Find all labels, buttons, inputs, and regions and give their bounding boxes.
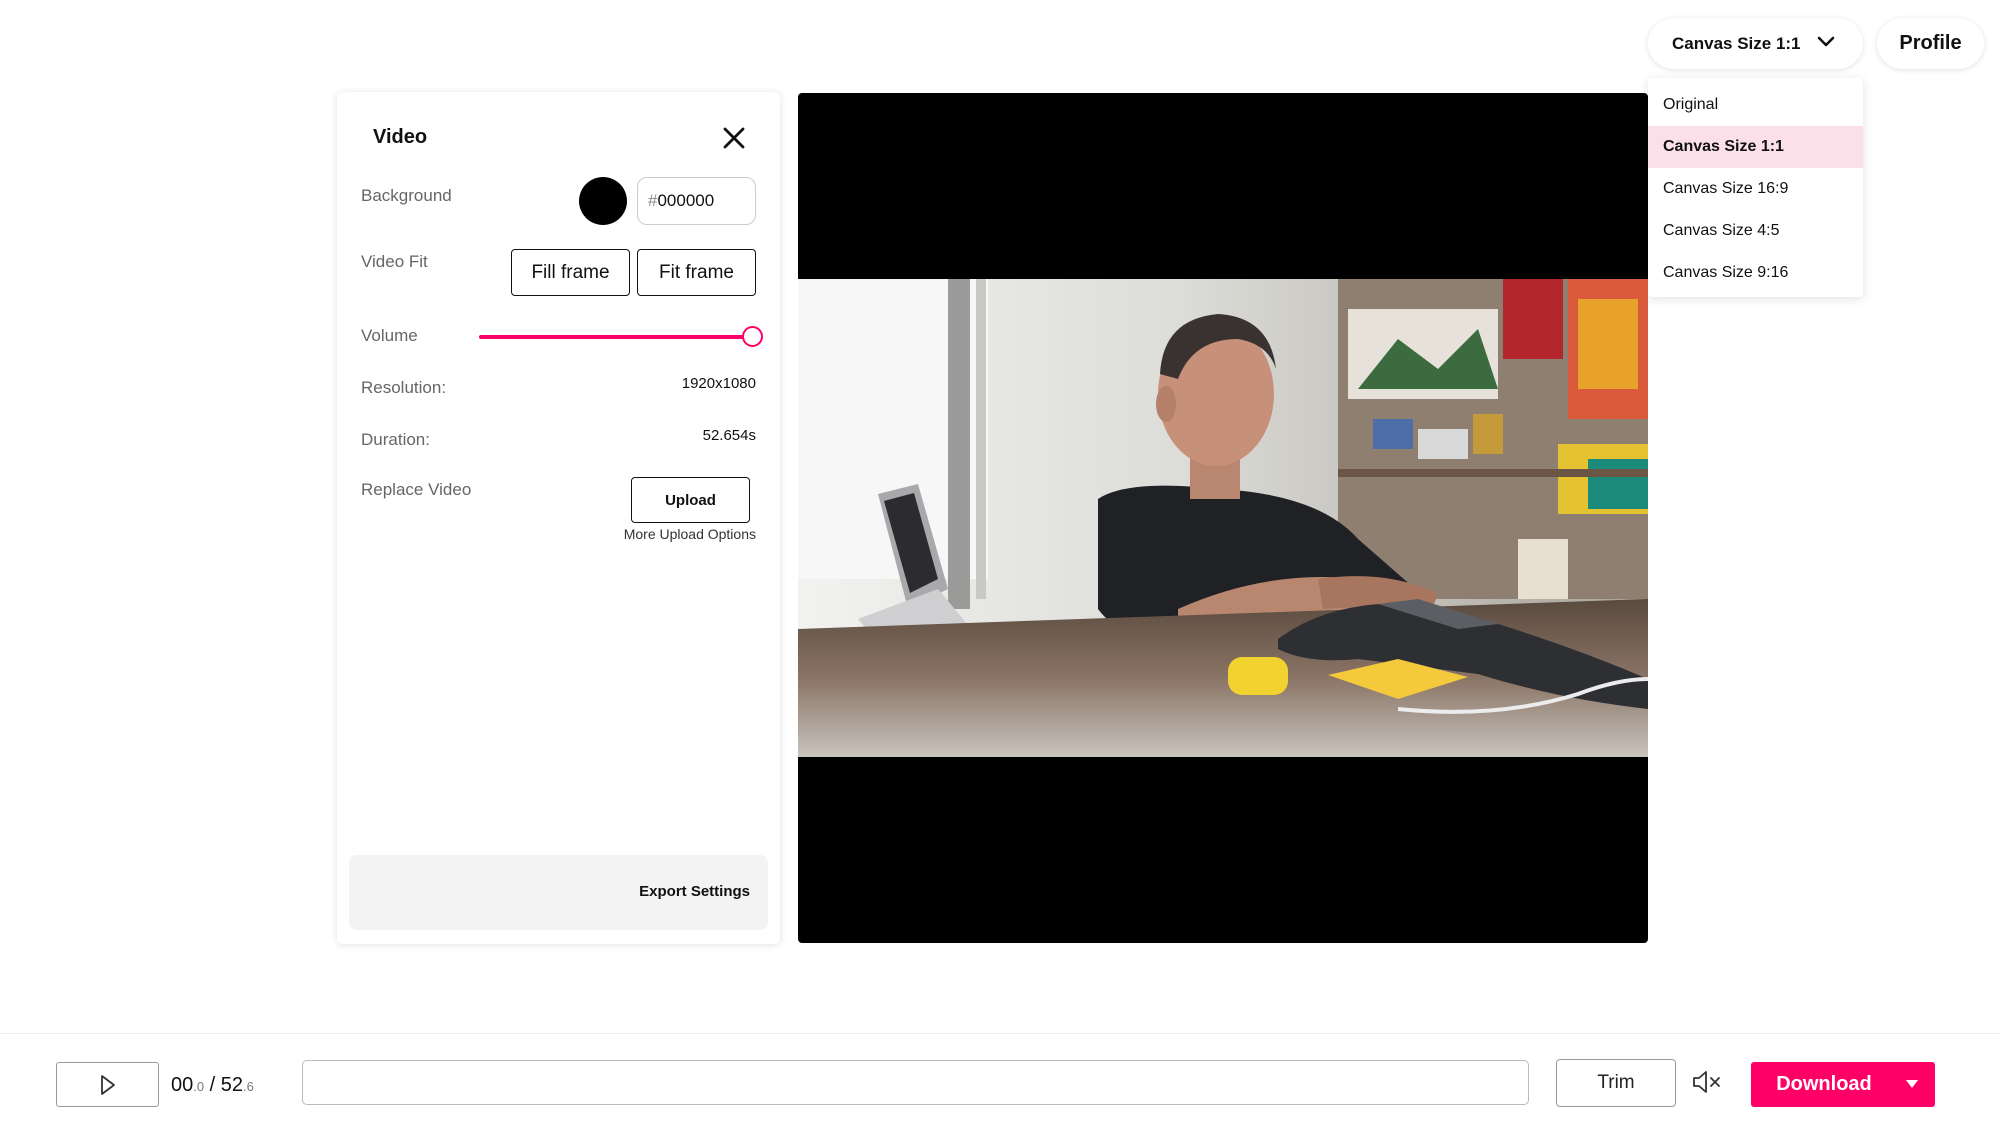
mute-icon[interactable]: [1692, 1069, 1722, 1095]
profile-button[interactable]: Profile: [1877, 18, 1984, 69]
canvas-option-original[interactable]: Original: [1648, 84, 1863, 126]
resolution-label: Resolution:: [361, 378, 447, 397]
canvas-option-9-16[interactable]: Canvas Size 9:16: [1648, 252, 1863, 294]
duration-value: 52.654s: [702, 427, 756, 444]
play-button[interactable]: [56, 1062, 159, 1107]
upload-button[interactable]: Upload: [631, 477, 750, 523]
background-color-swatch[interactable]: [579, 177, 627, 225]
play-icon: [100, 1074, 115, 1095]
more-upload-options-link[interactable]: More Upload Options: [624, 526, 756, 542]
time-total: 52: [220, 1074, 244, 1096]
time-separator: /: [204, 1074, 221, 1096]
fit-frame-button[interactable]: Fit frame: [637, 249, 756, 296]
volume-slider-knob[interactable]: [742, 326, 763, 347]
background-label: Background: [361, 186, 452, 205]
canvas-size-select-label: Canvas Size 1:1: [1672, 33, 1801, 53]
video-frame: [798, 279, 1648, 757]
time-total-fraction: .6: [243, 1079, 254, 1094]
video-preview-canvas[interactable]: [798, 93, 1648, 943]
time-current: 00: [171, 1074, 194, 1096]
resolution-value: 1920x1080: [681, 375, 756, 392]
video-settings-panel: Video Background #000000 Video Fit Fill …: [337, 92, 780, 944]
video-fit-label: Video Fit: [361, 252, 428, 271]
download-button[interactable]: Download: [1751, 1062, 1935, 1107]
close-icon[interactable]: [722, 126, 746, 150]
volume-slider[interactable]: [479, 325, 763, 349]
canvas-size-dropdown: Original Canvas Size 1:1 Canvas Size 16:…: [1648, 78, 1863, 297]
playback-toolbar: 00.0 / 52.6 Trim Download: [0, 1033, 2000, 1129]
export-settings-box: Export Settings: [349, 855, 768, 930]
replace-video-label: Replace Video: [361, 480, 472, 499]
background-hex-input[interactable]: #000000: [637, 177, 756, 225]
time-display: 00.0 / 52.6: [171, 1074, 254, 1097]
chevron-down-icon: [1817, 36, 1835, 47]
caret-down-icon[interactable]: [1905, 1079, 1919, 1089]
time-current-fraction: .0: [193, 1079, 205, 1094]
hex-prefix: #: [648, 191, 658, 210]
canvas-option-4-5[interactable]: Canvas Size 4:5: [1648, 210, 1863, 252]
panel-title: Video: [373, 126, 428, 148]
download-label: Download: [1776, 1073, 1872, 1095]
hex-value: 000000: [657, 191, 715, 210]
fill-frame-button[interactable]: Fill frame: [511, 249, 630, 296]
canvas-option-1-1[interactable]: Canvas Size 1:1: [1648, 126, 1863, 168]
duration-label: Duration:: [361, 430, 430, 449]
volume-slider-track: [479, 335, 755, 339]
timeline-scrubber[interactable]: [302, 1060, 1529, 1105]
export-settings-button[interactable]: Export Settings: [639, 883, 750, 900]
trim-button[interactable]: Trim: [1556, 1059, 1676, 1107]
profile-label: Profile: [1899, 32, 1962, 54]
canvas-size-select[interactable]: Canvas Size 1:1: [1648, 18, 1863, 69]
canvas-option-16-9[interactable]: Canvas Size 16:9: [1648, 168, 1863, 210]
volume-label: Volume: [361, 326, 418, 345]
